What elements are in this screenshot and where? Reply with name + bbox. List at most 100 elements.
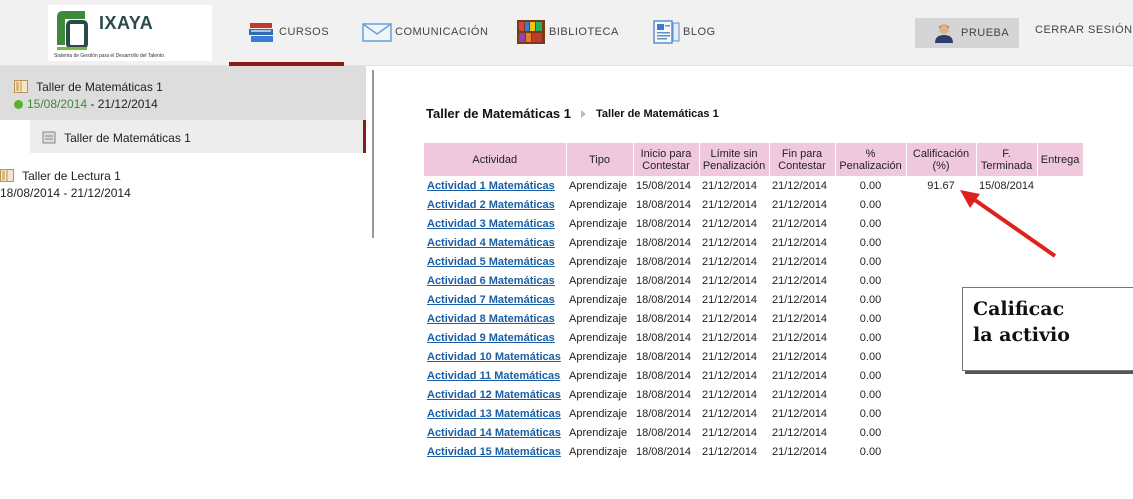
cell-entrega — [1037, 404, 1083, 423]
annotation-arrow-icon — [960, 190, 1057, 258]
cell-inicio: 18/08/2014 — [636, 407, 692, 420]
table-row: Actividad 14 Matemáticas Aprendizaje 18/08… — [424, 423, 1083, 442]
cell-inicio: 18/08/2014 — [636, 331, 692, 344]
cell-fin: 21/12/2014 — [772, 312, 828, 325]
cell-fin: 21/12/2014 — [772, 198, 828, 211]
table-row: Actividad 15 Matemáticas Aprendizaje 18/08… — [424, 442, 1083, 461]
envelope-icon — [362, 23, 392, 42]
module-icon — [42, 131, 56, 144]
course-title-row: Taller de Matemáticas 1 — [14, 80, 163, 94]
cell-fin: 21/12/2014 — [772, 331, 828, 344]
activity-link[interactable]: Actividad 6 Matemáticas — [427, 275, 555, 287]
cell-limite: 21/12/2014 — [702, 388, 758, 401]
cell-limite: 21/12/2014 — [702, 217, 758, 230]
cell-tipo: Aprendizaje — [569, 236, 628, 249]
cell-tipo: Aprendizaje — [569, 274, 628, 287]
cell-calificacion — [906, 423, 976, 442]
col-fterm-l1: F. — [1002, 147, 1011, 160]
col-actividad: Actividad — [424, 143, 567, 176]
cell-inicio: 18/08/2014 — [636, 255, 692, 268]
sidebar-course-matematicas[interactable]: Taller de Matemáticas 1 15/08/2014 - 21/… — [0, 66, 366, 120]
cell-inicio: 18/08/2014 — [636, 426, 692, 439]
nav-biblioteca[interactable]: BIBLIOTECA — [516, 18, 619, 46]
cell-penalizacion: 0.00 — [859, 255, 882, 268]
col-calificacion: Calificación (%) — [906, 143, 977, 176]
activity-link[interactable]: Actividad 14 Matemáticas — [427, 427, 561, 439]
cell-tipo: Aprendizaje — [569, 407, 628, 420]
activity-link[interactable]: Actividad 4 Matemáticas — [427, 237, 555, 249]
activity-link[interactable]: Actividad 13 Matemáticas — [427, 408, 561, 420]
col-pen-l1: % — [865, 147, 876, 160]
course-start-date: 15/08/2014 — [27, 97, 88, 111]
activity-link[interactable]: Actividad 11 Matemáticas — [427, 370, 560, 382]
cell-penalizacion: 0.00 — [859, 407, 882, 420]
col-limite: Límite sin Penalización — [699, 143, 770, 176]
cell-tipo: Aprendizaje — [569, 255, 628, 268]
user-menu[interactable]: PRUEBA — [915, 18, 1019, 48]
activity-link[interactable]: Actividad 3 Matemáticas — [427, 218, 555, 230]
cell-penalizacion: 0.00 — [859, 445, 882, 458]
blog-icon — [653, 20, 680, 44]
course2-dates: 18/08/2014 - 21/12/2014 — [0, 186, 131, 200]
cell-tipo: Aprendizaje — [569, 388, 628, 401]
cell-fin: 21/12/2014 — [772, 407, 828, 420]
activity-link[interactable]: Actividad 1 Matemáticas — [427, 180, 555, 192]
activity-link[interactable]: Actividad 9 Matemáticas — [427, 332, 555, 344]
cell-terminada — [976, 404, 1037, 423]
cell-inicio: 15/08/2014 — [636, 179, 692, 192]
cell-limite: 21/12/2014 — [702, 198, 758, 211]
logout-link[interactable]: CERRAR SESIÓN — [1035, 24, 1133, 36]
activity-link[interactable]: Actividad 12 Matemáticas — [427, 389, 561, 401]
nav-comunicacion[interactable]: COMUNICACIÓN — [362, 18, 488, 46]
cell-entrega — [1037, 442, 1083, 461]
cell-inicio: 18/08/2014 — [636, 217, 692, 230]
cell-inicio: 18/08/2014 — [636, 312, 692, 325]
cell-actividad: Actividad 4 Matemáticas — [424, 233, 566, 252]
sidebar-divider — [372, 70, 374, 238]
book-icon — [14, 80, 28, 93]
nav-biblioteca-label: BIBLIOTECA — [549, 26, 619, 38]
cell-tipo: Aprendizaje — [569, 293, 628, 306]
cell-entrega — [1037, 423, 1083, 442]
cell-tipo: Aprendizaje — [569, 369, 628, 382]
cell-penalizacion: 0.00 — [859, 274, 882, 287]
cell-terminada — [976, 442, 1037, 461]
activity-link[interactable]: Actividad 8 Matemáticas — [427, 313, 555, 325]
col-penalizacion: % Penalización — [835, 143, 907, 176]
brand-logo[interactable]: IXAYA Sistema de Gestión para el Desarro… — [48, 5, 212, 61]
activity-link[interactable]: Actividad 5 Matemáticas — [427, 256, 555, 268]
cell-fin: 21/12/2014 — [772, 388, 828, 401]
nav-cursos[interactable]: CURSOS — [248, 18, 329, 46]
book-icon — [0, 169, 14, 182]
cell-fin: 21/12/2014 — [772, 369, 828, 382]
bookshelf-icon — [517, 20, 545, 44]
brand-name: IXAYA — [99, 13, 154, 33]
activity-link[interactable]: Actividad 10 Matemáticas — [427, 351, 561, 363]
col-terminada: F. Terminada — [976, 143, 1038, 176]
cell-fin: 21/12/2014 — [772, 293, 828, 306]
cell-limite: 21/12/2014 — [702, 369, 758, 382]
col-cal-l2: (%) — [932, 159, 950, 172]
cell-actividad: Actividad 1 Matemáticas — [424, 176, 566, 195]
breadcrumb-course[interactable]: Taller de Matemáticas 1 — [426, 106, 571, 121]
cell-penalizacion: 0.00 — [859, 179, 882, 192]
sidebar-subitem-matematicas[interactable]: Taller de Matemáticas 1 — [30, 120, 366, 153]
sidebar-course-lectura[interactable]: Taller de Lectura 1 18/08/2014 - 21/12/2… — [0, 156, 366, 200]
cell-penalizacion: 0.00 — [859, 388, 882, 401]
page: IXAYA Sistema de Gestión para el Desarro… — [0, 0, 1133, 499]
cell-actividad: Actividad 12 Matemáticas — [424, 385, 566, 404]
col-limite-l2: Penalización — [702, 159, 766, 172]
cell-actividad: Actividad 14 Matemáticas — [424, 423, 566, 442]
activity-link[interactable]: Actividad 2 Matemáticas — [427, 199, 555, 211]
cell-actividad: Actividad 7 Matemáticas — [424, 290, 566, 309]
cell-actividad: Actividad 10 Matemáticas — [424, 347, 566, 366]
nav-blog[interactable]: BLOG — [652, 18, 716, 46]
col-limite-l1: Límite sin — [710, 147, 758, 160]
activity-link[interactable]: Actividad 15 Matemáticas — [427, 446, 561, 458]
cell-inicio: 18/08/2014 — [636, 274, 692, 287]
nav-cursos-label: CURSOS — [279, 26, 330, 38]
activity-link[interactable]: Actividad 7 Matemáticas — [427, 294, 555, 306]
course2-title-row: Taller de Lectura 1 — [0, 169, 121, 183]
breadcrumb-module: Taller de Matemáticas 1 — [596, 107, 719, 120]
course-title: Taller de Matemáticas 1 — [36, 80, 163, 94]
